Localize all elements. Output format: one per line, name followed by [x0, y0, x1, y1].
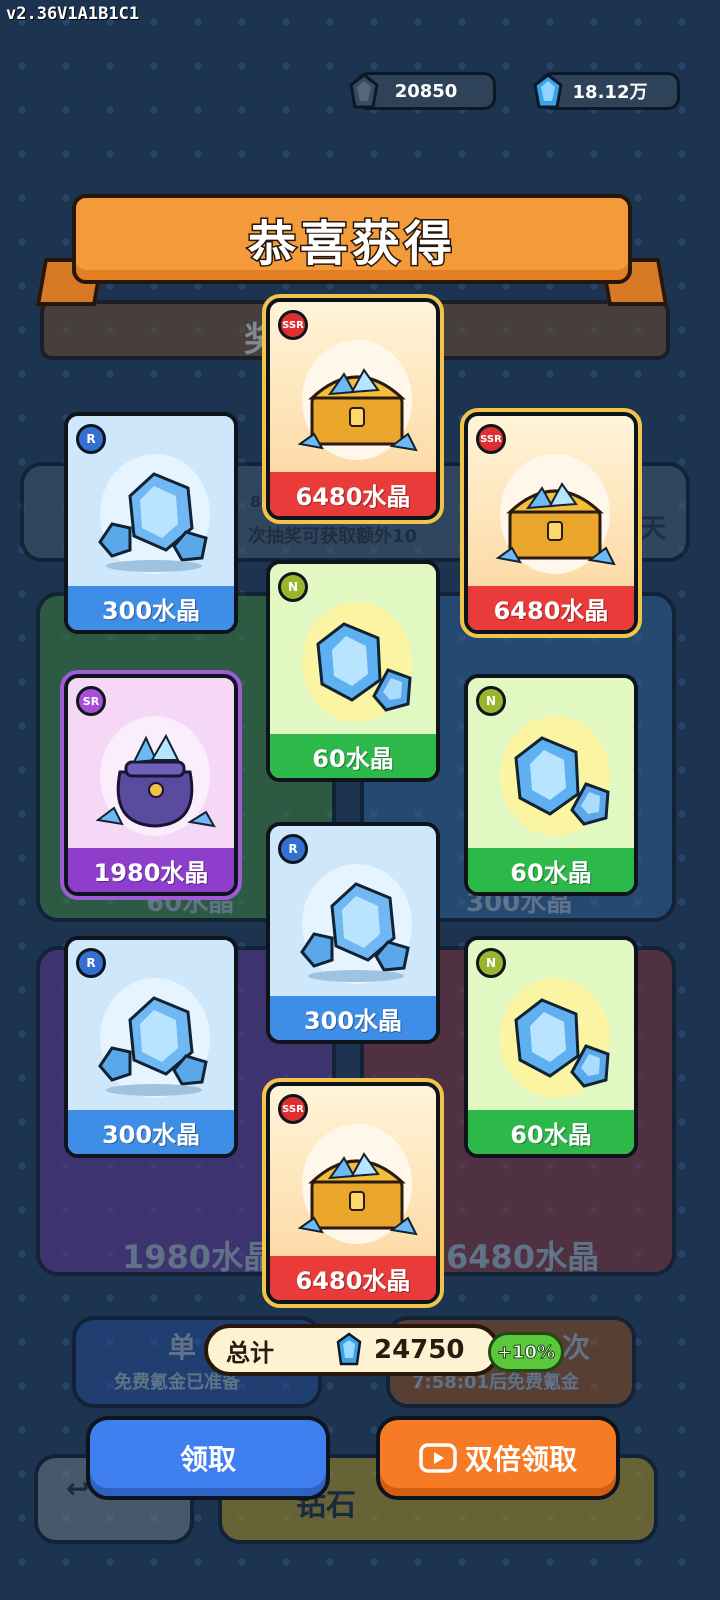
bg-notice-line1: 8: [250, 492, 262, 511]
double-claim-label: 双倍领取: [464, 1443, 577, 1476]
reward-card: N 60水晶: [464, 936, 638, 1158]
reward-label: 60水晶: [468, 1110, 634, 1154]
rarity-badge: SSR: [476, 424, 506, 454]
reward-card: SSR 6480水晶: [262, 1078, 444, 1308]
reward-label: 6480水晶: [270, 1256, 436, 1300]
bg-single-draw-title: 单: [168, 1331, 197, 1364]
bg-panel-1980-label: 1980水晶: [122, 1238, 276, 1276]
bg-multi-draw-title: 次: [562, 1331, 591, 1364]
bonus-badge: +10%: [488, 1332, 564, 1372]
bg-notice-line2: 次抽奖可获取额外10: [248, 526, 418, 547]
reward-label: 60水晶: [270, 734, 436, 778]
video-play-icon: [419, 1443, 457, 1473]
total-bar: 总计 24750: [204, 1324, 500, 1376]
blue-crystal-icon: [533, 73, 563, 109]
rarity-badge: N: [278, 572, 308, 602]
total-value: 24750: [374, 1335, 465, 1365]
rarity-badge: N: [476, 686, 506, 716]
reward-label: 300水晶: [270, 996, 436, 1040]
blue-crystal-icon: [336, 1332, 362, 1366]
currency-blue-crystal: 18.12万: [533, 72, 680, 110]
version-label: v2.36V1A1B1C1: [6, 4, 140, 24]
rarity-badge: N: [476, 948, 506, 978]
reward-label: 300水晶: [68, 586, 234, 630]
rarity-badge: SSR: [278, 1094, 308, 1124]
reward-label: 6480水晶: [468, 586, 634, 630]
reward-card: R 300水晶: [64, 936, 238, 1158]
reward-card: R 300水晶: [266, 822, 440, 1044]
reward-card: SR 1980水晶: [60, 670, 242, 900]
rarity-badge: R: [76, 948, 106, 978]
rarity-badge: SSR: [278, 310, 308, 340]
total-label: 总计: [226, 1338, 274, 1367]
reward-card: SSR 6480水晶: [262, 294, 444, 524]
bg-panel-6480-label: 6480水晶: [446, 1238, 600, 1276]
rarity-badge: SR: [76, 686, 106, 716]
reward-card: R 300水晶: [64, 412, 238, 634]
reward-label: 6480水晶: [270, 472, 436, 516]
reward-label: 300水晶: [68, 1110, 234, 1154]
double-claim-button[interactable]: 双倍领取: [376, 1416, 620, 1500]
reward-banner: 恭喜获得: [72, 194, 632, 284]
reward-card: SSR 6480水晶: [460, 408, 642, 638]
reward-card: N 60水晶: [266, 560, 440, 782]
reward-label: 60水晶: [468, 848, 634, 892]
rarity-badge: R: [278, 834, 308, 864]
claim-button[interactable]: 领取: [86, 1416, 330, 1500]
dark-crystal-icon: [349, 73, 379, 109]
currency-dark-crystal: 20850: [349, 72, 496, 110]
reward-label: 1980水晶: [68, 848, 234, 892]
rarity-badge: R: [76, 424, 106, 454]
bg-side-text: 天: [640, 514, 667, 544]
reward-card: N 60水晶: [464, 674, 638, 896]
reward-title: 恭喜获得: [246, 215, 456, 274]
